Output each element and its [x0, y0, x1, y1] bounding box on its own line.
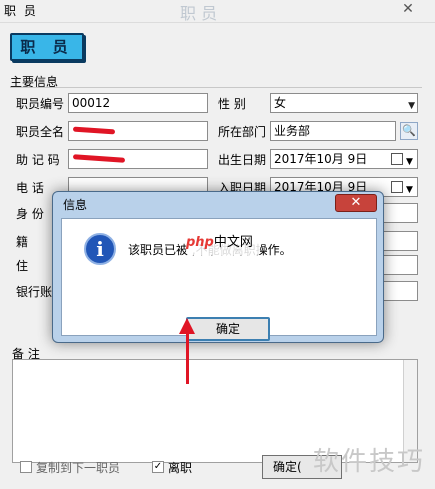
birth-date-label: 出生日期	[218, 153, 267, 167]
mnemonic-field[interactable]	[68, 149, 208, 169]
background-title-ghost: 职 员	[180, 4, 218, 23]
full-name-label: 职员全名	[16, 125, 65, 139]
resigned-label: 离职	[168, 461, 193, 475]
chevron-down-icon: ▼	[408, 101, 415, 111]
copy-next-checkbox[interactable]	[20, 461, 32, 473]
gender-value: 女	[274, 96, 287, 110]
chevron-down-icon: ▼	[406, 157, 413, 167]
mnemonic-label: 助 记 码	[16, 153, 60, 167]
full-name-field[interactable]	[68, 121, 208, 141]
calendar-icon	[391, 153, 403, 165]
dialog-ok-button[interactable]: 确定	[186, 317, 270, 341]
birth-date-value: 2017年10月 9日	[274, 152, 368, 166]
calendar-icon	[391, 181, 403, 193]
phone-label: 电 话	[16, 181, 44, 195]
site-watermark: 软件技巧	[312, 447, 425, 477]
chevron-down-icon: ▼	[406, 185, 413, 195]
php-watermark-brand: php	[186, 235, 214, 250]
dialog-body: i 该职员已被 ,不能做离职操作。 php中文网 确定	[61, 218, 377, 341]
section-divider	[10, 87, 422, 88]
origin-label: 籍	[16, 235, 29, 249]
employee-header-button[interactable]: 职 员	[10, 33, 84, 61]
dialog-close-icon[interactable]: ✕	[335, 194, 377, 212]
redaction-mark	[72, 126, 116, 135]
dialog-title: 信息	[63, 198, 88, 212]
gender-select[interactable]: 女 ▼	[270, 93, 418, 113]
employee-no-field[interactable]: 00012	[68, 93, 208, 113]
employee-no-label: 职员编号	[16, 97, 65, 111]
php-watermark-text: 中文网	[213, 235, 253, 250]
birth-date-picker[interactable]: 2017年10月 9日 ▼	[270, 149, 418, 169]
department-field[interactable]: 业务部	[270, 121, 396, 141]
annotation-arrow-line	[186, 330, 189, 384]
resigned-checkbox[interactable]: ✓	[152, 461, 164, 473]
id-label: 身 份	[16, 207, 44, 221]
window-close-icon[interactable]: ✕	[385, 0, 431, 18]
department-label: 所在部门	[218, 125, 267, 139]
bank-account-label: 银行账	[16, 285, 53, 299]
address-label: 住	[16, 259, 29, 273]
window-title: 职 员	[4, 4, 38, 18]
window-titlebar: 职 员 职 员 ✕	[0, 0, 435, 23]
copy-next-label: 复制到下一职员	[36, 461, 121, 475]
department-search-icon[interactable]: 🔍	[400, 122, 418, 140]
info-icon: i	[84, 233, 116, 265]
info-dialog: 信息 ✕ i 该职员已被 ,不能做离职操作。 php中文网 确定	[52, 191, 384, 343]
redaction-mark	[72, 154, 126, 163]
gender-label: 性 别	[218, 97, 246, 111]
php-watermark: php中文网	[186, 231, 260, 255]
